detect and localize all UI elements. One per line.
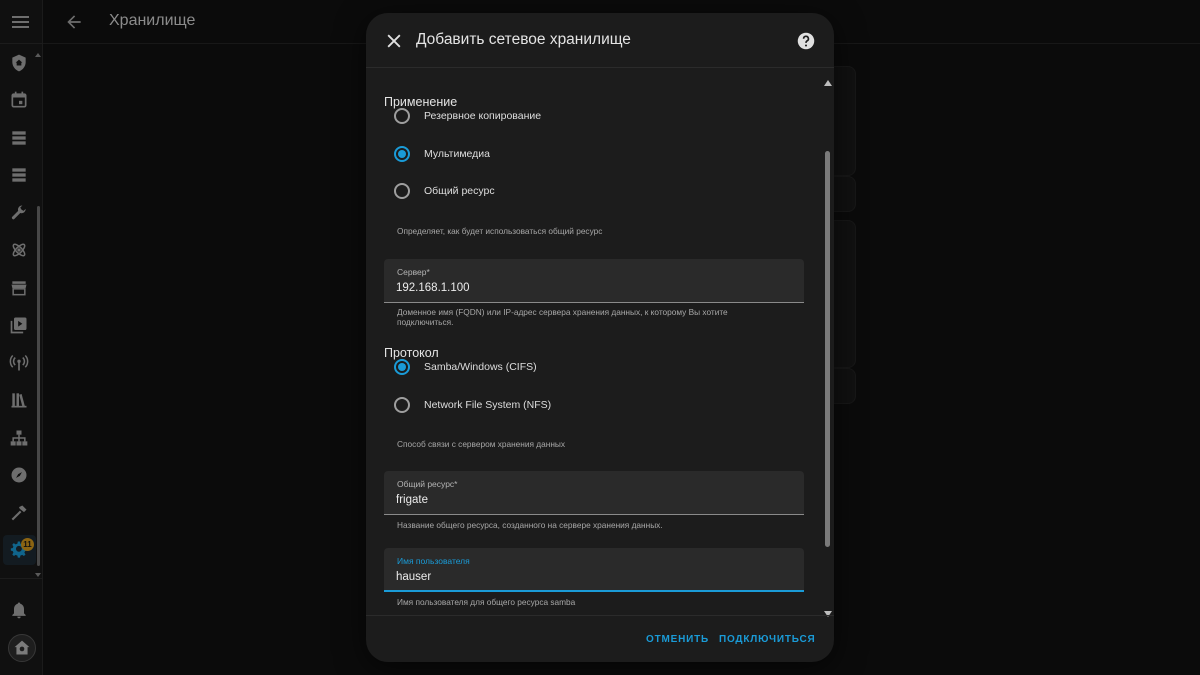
radio-backup[interactable]: Резервное копирование <box>394 105 541 127</box>
radio-cifs[interactable]: Samba/Windows (CIFS) <box>394 356 537 378</box>
username-field-label: Имя пользователя <box>397 556 470 566</box>
radio-share[interactable]: Общий ресурс <box>394 180 495 202</box>
close-icon[interactable] <box>384 31 404 51</box>
radio-label: Общий ресурс <box>424 185 495 197</box>
protocol-helper-text: Способ связи с сервером хранения данных <box>397 439 566 449</box>
dialog-title: Добавить сетевое хранилище <box>416 31 631 48</box>
share-helper-text: Название общего ресурса, созданного на с… <box>397 520 663 530</box>
dialog-header: Добавить сетевое хранилище <box>366 13 834 68</box>
dialog-content[interactable]: Применение Резервное копирование Мультим… <box>366 69 834 615</box>
server-helper-text: Доменное имя (FQDN) или IP-адрес сервера… <box>397 307 777 327</box>
username-field[interactable]: Имя пользователя <box>384 548 804 592</box>
server-helper-line: Доменное имя (FQDN) или IP-адрес сервера… <box>397 307 728 317</box>
server-field[interactable]: Сервер* <box>384 259 804 303</box>
help-circle-icon[interactable] <box>797 32 815 50</box>
radio-label: Samba/Windows (CIFS) <box>424 361 537 373</box>
share-input[interactable] <box>396 491 792 509</box>
radio-button-checked[interactable] <box>394 146 410 162</box>
dialog-scroll-down-icon[interactable] <box>824 604 832 617</box>
radio-media[interactable]: Мультимедиа <box>394 143 490 165</box>
username-input[interactable] <box>396 568 792 586</box>
usage-helper-text: Определяет, как будет использоваться общ… <box>397 226 603 236</box>
radio-label: Мультимедиа <box>424 148 490 160</box>
dialog-scroll-up-icon[interactable] <box>824 73 832 86</box>
connect-button[interactable]: ПОДКЛЮЧИТЬСЯ <box>719 634 816 645</box>
share-field[interactable]: Общий ресурс* <box>384 471 804 515</box>
cancel-button[interactable]: ОТМЕНИТЬ <box>646 634 709 645</box>
add-network-storage-dialog: Добавить сетевое хранилище Применение Ре… <box>366 13 834 662</box>
radio-button[interactable] <box>394 183 410 199</box>
radio-nfs[interactable]: Network File System (NFS) <box>394 394 551 416</box>
radio-label: Network File System (NFS) <box>424 399 552 411</box>
server-field-label: Сервер* <box>397 267 430 277</box>
dialog-actions: ОТМЕНИТЬ ПОДКЛЮЧИТЬСЯ <box>366 615 834 662</box>
dialog-scrollbar[interactable] <box>825 151 830 547</box>
server-helper-line: подключиться. <box>397 317 454 327</box>
share-field-label: Общий ресурс* <box>397 479 458 489</box>
username-helper-text: Имя пользователя для общего ресурса samb… <box>397 597 576 607</box>
radio-label: Резервное копирование <box>424 110 542 122</box>
radio-button-checked[interactable] <box>394 359 410 375</box>
radio-button[interactable] <box>394 108 410 124</box>
radio-button[interactable] <box>394 397 410 413</box>
server-input[interactable] <box>396 279 792 297</box>
